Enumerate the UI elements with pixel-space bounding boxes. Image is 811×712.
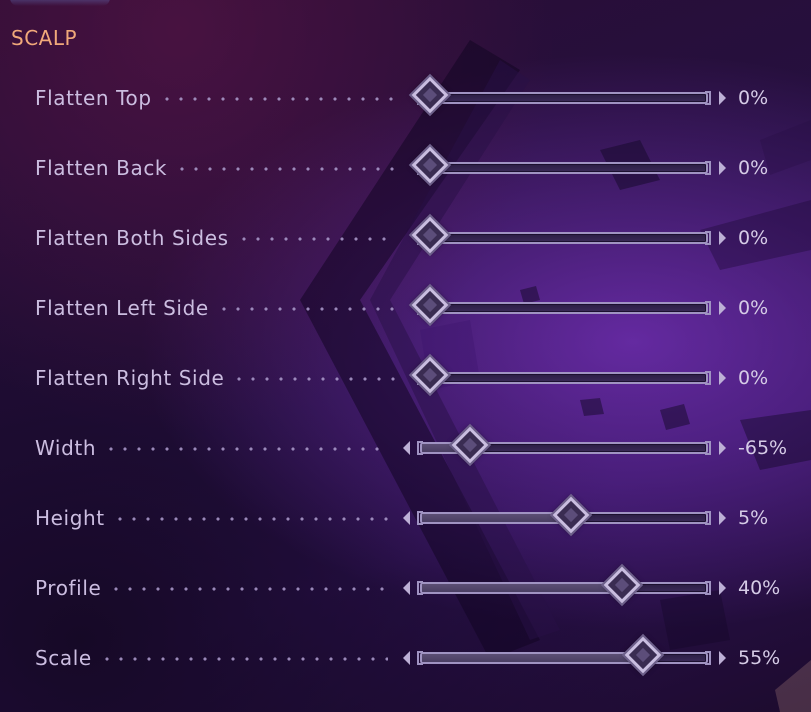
leader-dots [175, 167, 396, 171]
slider-row[interactable]: Flatten Both Sides 0% [0, 216, 811, 260]
slider-label: Flatten Right Side [35, 366, 225, 390]
right-arrow-icon[interactable] [719, 581, 726, 595]
slider-label: Scale [35, 646, 92, 670]
right-arrow-icon[interactable] [719, 161, 726, 175]
slider-row[interactable]: Flatten Top 0% [0, 76, 811, 120]
diamond-handle-icon[interactable] [411, 216, 449, 254]
leader-dots [237, 237, 396, 241]
slider-row[interactable]: Flatten Right Side 0% [0, 356, 811, 400]
leader-dots [109, 587, 388, 591]
slider-track[interactable] [420, 581, 711, 595]
slider-track[interactable] [420, 651, 711, 665]
diamond-handle-icon[interactable] [411, 286, 449, 324]
top-tab-fragment [10, 0, 110, 6]
slider-fill [422, 584, 621, 592]
slider-label: Height [35, 506, 105, 530]
slider-row[interactable]: Width -65% [0, 426, 811, 470]
left-arrow-icon[interactable] [403, 581, 410, 595]
right-arrow-icon[interactable] [719, 231, 726, 245]
slider-fill [422, 654, 643, 662]
leader-dots [113, 517, 388, 521]
slider-value: 40% [738, 577, 781, 599]
slider-track[interactable] [420, 161, 711, 175]
slider-track[interactable] [420, 231, 711, 245]
slider-label: Profile [35, 576, 102, 600]
diamond-handle-icon[interactable] [411, 356, 449, 394]
slider-track[interactable] [420, 371, 711, 385]
right-arrow-icon[interactable] [719, 651, 726, 665]
slider-value: 0% [738, 227, 769, 249]
slider-value: 0% [738, 157, 769, 179]
slider-track[interactable] [420, 91, 711, 105]
diamond-handle-icon[interactable] [624, 636, 662, 674]
slider-row[interactable]: Height 5% [0, 496, 811, 540]
left-arrow-icon[interactable] [403, 511, 410, 525]
slider-label: Flatten Both Sides [35, 226, 229, 250]
diamond-handle-icon[interactable] [452, 426, 489, 464]
slider-value: 5% [738, 507, 769, 529]
right-arrow-icon[interactable] [719, 301, 726, 315]
leader-dots [160, 97, 396, 101]
slider-value: -65% [738, 437, 788, 459]
slider-label: Flatten Back [35, 156, 168, 180]
slider-label: Flatten Top [35, 86, 152, 110]
right-arrow-icon[interactable] [719, 91, 726, 105]
right-arrow-icon[interactable] [719, 441, 726, 455]
leader-dots [100, 657, 388, 661]
left-arrow-icon[interactable] [403, 441, 410, 455]
leader-dots [217, 307, 396, 311]
slider-fill [422, 514, 572, 522]
slider-row[interactable]: Flatten Back 0% [0, 146, 811, 190]
section-title: SCALP [11, 26, 78, 50]
diamond-handle-icon[interactable] [603, 566, 640, 604]
slider-label: Flatten Left Side [35, 296, 209, 320]
leader-dots [232, 377, 396, 381]
diamond-handle-icon[interactable] [411, 146, 449, 184]
slider-row[interactable]: Profile 40% [0, 566, 811, 610]
diamond-handle-icon[interactable] [411, 76, 449, 114]
leader-dots [104, 447, 388, 451]
slider-track[interactable] [420, 301, 711, 315]
slider-value: 55% [738, 647, 781, 669]
left-arrow-icon[interactable] [403, 651, 410, 665]
diamond-handle-icon[interactable] [552, 496, 590, 534]
slider-value: 0% [738, 367, 769, 389]
slider-row[interactable]: Scale 55% [0, 636, 811, 680]
slider-value: 0% [738, 87, 769, 109]
right-arrow-icon[interactable] [719, 511, 726, 525]
slider-row[interactable]: Flatten Left Side 0% [0, 286, 811, 330]
slider-value: 0% [738, 297, 769, 319]
slider-label: Width [35, 436, 97, 460]
right-arrow-icon[interactable] [719, 371, 726, 385]
